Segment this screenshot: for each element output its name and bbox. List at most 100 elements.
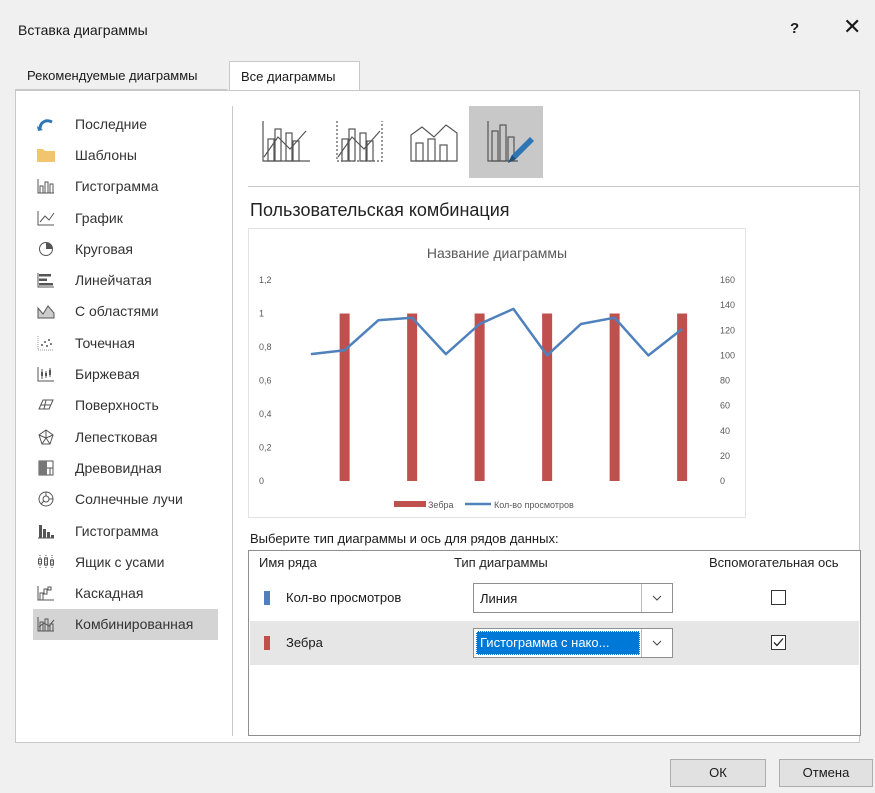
- sidebar-item-label: Биржевая: [75, 366, 140, 383]
- sidebar-item-label: Последние: [75, 115, 148, 132]
- sidebar-item-area[interactable]: С областями: [33, 296, 218, 327]
- sidebar-item-stock[interactable]: Биржевая: [33, 358, 218, 389]
- sidebar-item-pie[interactable]: Круговая: [33, 233, 218, 264]
- sidebar-item-histogram[interactable]: Гистограмма: [33, 515, 218, 546]
- window-title: Вставка диаграммы: [18, 22, 148, 38]
- column-header-chart-type: Тип диаграммы: [454, 555, 548, 570]
- sidebar-item-label: Точечная: [75, 334, 135, 351]
- sidebar-item-label: Гистограмма: [75, 522, 159, 539]
- sidebar-item-surface[interactable]: Поверхность: [33, 390, 218, 421]
- dropdown-arrow[interactable]: [641, 584, 672, 612]
- histogram-chart-icon: [37, 522, 55, 540]
- sidebar-item-recent[interactable]: Последние: [33, 108, 218, 139]
- y-tick-label: 1: [259, 309, 264, 319]
- legend-swatch-zebra: [394, 501, 426, 507]
- y-tick-label: 0,4: [259, 409, 272, 419]
- secondary-axis-checkbox-views[interactable]: [771, 590, 786, 605]
- y2-tick-label: 60: [720, 401, 730, 411]
- dropdown-arrow[interactable]: [641, 629, 672, 657]
- sidebar-item-box-whisker[interactable]: Ящик с усами: [33, 546, 218, 577]
- stacked-area-column-icon: [408, 119, 460, 166]
- subtype-custom-combination[interactable]: [469, 106, 543, 178]
- folder-icon: [37, 146, 55, 164]
- sidebar-item-label: Каскадная: [75, 585, 144, 602]
- column-chart-icon: [37, 177, 55, 195]
- y-tick-label: 0,6: [259, 376, 272, 386]
- sidebar-item-sunburst[interactable]: Солнечные лучи: [33, 484, 218, 515]
- legend-label-views: Кол-во просмотров: [494, 500, 574, 510]
- y-tick-label: 1,2: [259, 275, 272, 285]
- combo-chart-icon: [37, 615, 55, 633]
- y2-tick-label: 20: [720, 451, 730, 461]
- sidebar-item-label: Круговая: [75, 240, 134, 257]
- chart-type-dropdown-views[interactable]: Линия: [473, 583, 673, 613]
- y-tick-label: 0,2: [259, 443, 272, 453]
- section-title: Пользовательская комбинация: [250, 200, 510, 220]
- y2-tick-label: 140: [720, 300, 735, 310]
- column-header-series-name: Имя ряда: [259, 555, 317, 570]
- chart-svg: Название диаграммы 0 0,2 0,4 0,6 0,8 1 1,2 0 20…: [259, 245, 735, 510]
- sidebar-item-column[interactable]: Гистограмма: [33, 171, 218, 202]
- clustered-column-line-icon: [260, 119, 312, 166]
- sidebar-item-label: Линейчатая: [75, 272, 152, 289]
- y-tick-label: 0,8: [259, 342, 272, 352]
- chart-type-dropdown-zebra[interactable]: Гистограмма с нако...: [473, 628, 673, 658]
- sidebar-item-treemap[interactable]: Древовидная: [33, 452, 218, 483]
- y2-tick-label: 40: [720, 426, 730, 436]
- y2-tick-label: 0: [720, 476, 725, 486]
- sidebar-item-label: Поверхность: [75, 397, 159, 414]
- bar-zebra: [339, 313, 350, 481]
- sidebar-item-label: Солнечные лучи: [75, 491, 183, 508]
- chevron-down-icon: [652, 595, 662, 601]
- surface-chart-icon: [37, 396, 55, 414]
- ok-button[interactable]: ОК: [670, 759, 766, 787]
- tab-all-charts[interactable]: Все диаграммы: [229, 61, 360, 91]
- help-button[interactable]: ?: [790, 20, 799, 37]
- sidebar-item-label: Гистограмма: [75, 178, 159, 195]
- sidebar-item-scatter[interactable]: Точечная: [33, 327, 218, 358]
- y2-tick-label: 100: [720, 350, 735, 360]
- table-row[interactable]: Зебра Гистограмма с нако...: [250, 621, 859, 665]
- bar-zebra: [407, 313, 418, 481]
- sidebar-item-bar[interactable]: Линейчатая: [33, 264, 218, 295]
- sidebar-item-label: Древовидная: [75, 459, 162, 476]
- secondary-axis-checkbox-zebra[interactable]: [771, 635, 786, 650]
- series-color-swatch: [264, 591, 270, 605]
- sidebar-item-label: С областями: [75, 303, 159, 320]
- box-whisker-chart-icon: [37, 553, 55, 571]
- custom-combination-icon: [478, 117, 534, 168]
- sidebar-item-combo[interactable]: Комбинированная: [33, 608, 218, 641]
- sidebar-item-label: Комбинированная: [75, 616, 194, 633]
- y2-tick-label: 160: [720, 275, 735, 285]
- legend-label-zebra: Зебра: [428, 500, 454, 510]
- divider: [232, 106, 233, 736]
- subtype-clustered-column-line-secondary[interactable]: [323, 106, 397, 178]
- clustered-column-line-secondary-icon: [334, 119, 386, 166]
- table-row[interactable]: Кол-во просмотров Линия: [250, 576, 859, 620]
- pie-chart-icon: [37, 240, 55, 258]
- bar-zebra: [609, 313, 620, 481]
- sidebar-item-label: Ящик с усами: [75, 553, 165, 570]
- sidebar-item-label: Лепестковая: [75, 428, 158, 445]
- sidebar-item-waterfall[interactable]: Каскадная: [33, 577, 218, 608]
- stock-chart-icon: [37, 365, 55, 383]
- sidebar-item-line[interactable]: График: [33, 202, 218, 233]
- series-color-swatch: [264, 636, 270, 650]
- radar-chart-icon: [37, 428, 55, 446]
- scatter-chart-icon: [37, 334, 55, 352]
- sidebar-item-radar[interactable]: Лепестковая: [33, 421, 218, 452]
- chart-category-list: Последние Шаблоны Гистограмма График Кру…: [33, 108, 218, 641]
- series-line-views: [310, 307, 683, 357]
- subtype-stacked-area-column[interactable]: [397, 106, 471, 178]
- sidebar-item-templates[interactable]: Шаблоны: [33, 139, 218, 170]
- bar-chart-icon: [37, 271, 55, 289]
- sidebar-item-label: График: [75, 209, 123, 226]
- subtype-clustered-column-line[interactable]: [249, 106, 323, 178]
- close-button[interactable]: ✕: [843, 14, 861, 40]
- bar-zebra: [474, 313, 485, 481]
- chart-title: Название диаграммы: [427, 245, 567, 261]
- sidebar-item-label: Шаблоны: [75, 146, 137, 163]
- tab-recommended-charts[interactable]: Рекомендуемые диаграммы: [15, 61, 227, 90]
- cancel-button[interactable]: Отмена: [779, 759, 873, 787]
- bar-zebra: [542, 313, 553, 481]
